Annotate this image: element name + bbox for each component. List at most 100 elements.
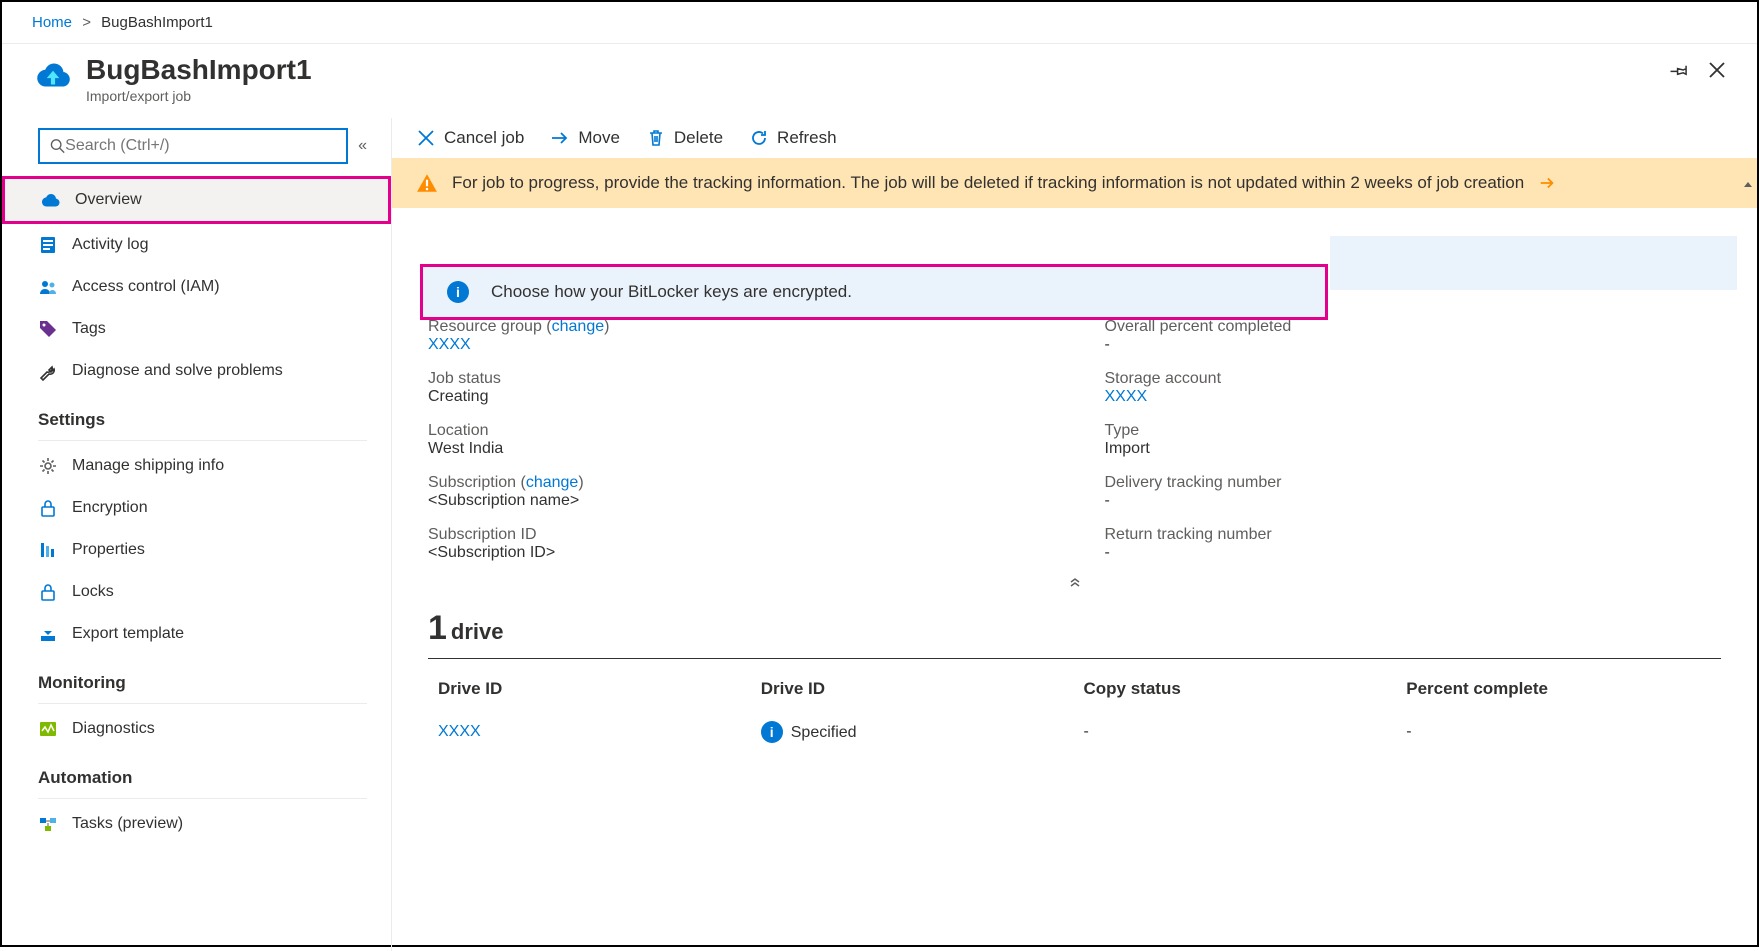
location-label: Location: [428, 422, 1045, 440]
return-tracking-value: -: [1105, 544, 1722, 562]
table-row[interactable]: XXXX iSpecified - -: [430, 711, 1719, 753]
col-drive-id[interactable]: Drive ID: [430, 669, 751, 709]
toolbar-label: Cancel job: [444, 128, 524, 148]
subscription-id-value: <Subscription ID>: [428, 544, 1045, 562]
drive-status: iSpecified: [753, 711, 1074, 753]
sidebar-section-monitoring: Monitoring: [2, 655, 391, 699]
change-subscription-link[interactable]: change: [526, 474, 579, 491]
toolbar-label: Delete: [674, 128, 723, 148]
sidebar-label: Tasks (preview): [72, 815, 183, 833]
page-subtitle: Import/export job: [86, 88, 312, 104]
collapse-essentials[interactable]: [392, 566, 1757, 599]
diagnostics-icon: [38, 719, 58, 739]
sidebar-label: Manage shipping info: [72, 457, 224, 475]
page-header: BugBashImport1 Import/export job: [2, 44, 1757, 118]
drive-id-link[interactable]: XXXX: [430, 711, 751, 753]
drives-section: 1drive Drive ID Drive ID Copy status Per…: [392, 599, 1757, 765]
storage-account-value[interactable]: XXXX: [1105, 388, 1722, 406]
sidebar-item-properties[interactable]: Properties: [2, 529, 391, 571]
toolbar: Cancel job Move Delete Refresh: [392, 118, 1757, 158]
col-percent-complete[interactable]: Percent complete: [1398, 669, 1719, 709]
lock-icon: [38, 498, 58, 518]
breadcrumb-home[interactable]: Home: [32, 14, 72, 31]
sidebar-item-overview[interactable]: Overview: [2, 176, 391, 224]
refresh-button[interactable]: Refresh: [749, 128, 837, 148]
warning-icon: [416, 172, 438, 194]
type-label: Type: [1105, 422, 1722, 440]
sidebar-item-activity-log[interactable]: Activity log: [2, 224, 391, 266]
sidebar-section-settings: Settings: [2, 392, 391, 436]
sidebar: « Overview Activity log Access control (…: [2, 118, 392, 951]
delivery-tracking-label: Delivery tracking number: [1105, 474, 1722, 492]
sidebar-label: Properties: [72, 541, 145, 559]
close-icon[interactable]: [1707, 60, 1727, 83]
export-icon: [38, 624, 58, 644]
sidebar-item-manage-shipping[interactable]: Manage shipping info: [2, 445, 391, 487]
resource-group-value[interactable]: XXXX: [428, 336, 1045, 354]
type-value: Import: [1105, 440, 1722, 458]
drives-heading: 1drive: [428, 609, 1721, 659]
sidebar-item-export-template[interactable]: Export template: [2, 613, 391, 655]
sidebar-item-tags[interactable]: Tags: [2, 308, 391, 350]
col-copy-status[interactable]: Copy status: [1076, 669, 1397, 709]
divider: [38, 798, 367, 799]
resource-group-label: Resource group (change): [428, 318, 609, 335]
delete-button[interactable]: Delete: [646, 128, 723, 148]
copy-status: -: [1076, 711, 1397, 753]
sidebar-label: Diagnose and solve problems: [72, 362, 283, 380]
change-resource-group-link[interactable]: change: [552, 318, 605, 335]
delivery-tracking-value: -: [1105, 492, 1722, 510]
info-icon: i: [447, 281, 469, 303]
search-input-wrapper[interactable]: [38, 128, 348, 164]
overall-percent-value: -: [1105, 336, 1722, 354]
breadcrumb: Home > BugBashImport1: [2, 2, 1757, 44]
percent-complete: -: [1398, 711, 1719, 753]
sidebar-item-access-control[interactable]: Access control (IAM): [2, 266, 391, 308]
scrollbar-up-icon[interactable]: [1741, 178, 1755, 192]
divider: [38, 703, 367, 704]
wrench-icon: [38, 361, 58, 381]
warning-text: For job to progress, provide the trackin…: [452, 173, 1524, 193]
info-text: Choose how your BitLocker keys are encry…: [491, 282, 852, 302]
move-button[interactable]: Move: [550, 128, 620, 148]
sidebar-section-automation: Automation: [2, 750, 391, 794]
info-banner-bg: [1330, 236, 1737, 290]
sidebar-item-diagnostics[interactable]: Diagnostics: [2, 708, 391, 750]
arrow-right-icon: [1538, 174, 1556, 192]
cancel-job-button[interactable]: Cancel job: [416, 128, 524, 148]
info-icon: i: [761, 721, 783, 743]
pin-icon[interactable]: [1669, 60, 1689, 83]
collapse-sidebar-icon[interactable]: «: [358, 137, 367, 155]
warning-banner[interactable]: For job to progress, provide the trackin…: [392, 158, 1757, 208]
lock-icon: [38, 582, 58, 602]
toolbar-label: Move: [578, 128, 620, 148]
subscription-value: <Subscription name>: [428, 492, 1045, 510]
search-input[interactable]: [65, 137, 336, 155]
col-drive-id-2[interactable]: Drive ID: [753, 669, 1074, 709]
subscription-id-label: Subscription ID: [428, 526, 1045, 544]
cloud-icon: [41, 190, 61, 210]
breadcrumb-sep: >: [82, 14, 91, 31]
sidebar-label: Activity log: [72, 236, 148, 254]
sidebar-label: Locks: [72, 583, 114, 601]
sidebar-label: Tags: [72, 320, 106, 338]
sidebar-item-diagnose[interactable]: Diagnose and solve problems: [2, 350, 391, 392]
import-export-icon: [32, 54, 74, 96]
sidebar-label: Export template: [72, 625, 184, 643]
essentials-grid: Resource group (change) XXXX Job status …: [392, 290, 1757, 566]
gear-icon: [38, 456, 58, 476]
storage-account-label: Storage account: [1105, 370, 1722, 388]
tags-icon: [38, 319, 58, 339]
page-title: BugBashImport1: [86, 54, 312, 86]
sidebar-label: Access control (IAM): [72, 278, 220, 296]
sidebar-item-locks[interactable]: Locks: [2, 571, 391, 613]
sidebar-item-encryption[interactable]: Encryption: [2, 487, 391, 529]
sidebar-label: Encryption: [72, 499, 148, 517]
info-banner[interactable]: i Choose how your BitLocker keys are enc…: [420, 264, 1328, 320]
properties-icon: [38, 540, 58, 560]
sidebar-item-tasks[interactable]: Tasks (preview): [2, 803, 391, 845]
main-content: Cancel job Move Delete Refresh For job t…: [392, 118, 1757, 951]
sidebar-label: Diagnostics: [72, 720, 155, 738]
chevron-up-double-icon: [1068, 574, 1082, 588]
drives-table: Drive ID Drive ID Copy status Percent co…: [428, 667, 1721, 755]
